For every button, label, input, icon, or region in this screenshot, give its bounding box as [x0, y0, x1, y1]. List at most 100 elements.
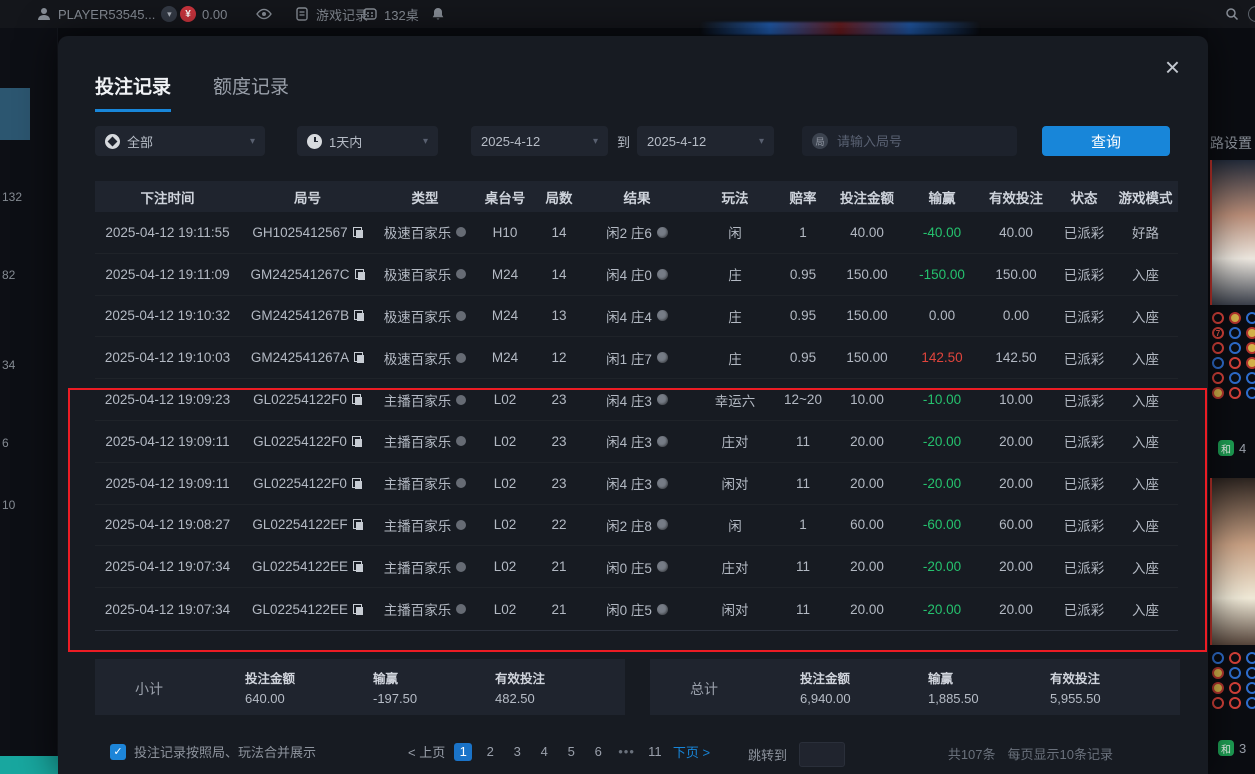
tables-button[interactable]: 132桌 — [362, 0, 419, 28]
road-bead — [1246, 667, 1255, 679]
close-icon[interactable]: × — [1165, 54, 1180, 80]
tie-badge: 和 3 — [1218, 740, 1246, 756]
subtotal-valid-value: 482.50 — [495, 691, 635, 706]
total-winloss-value: 1,885.50 — [928, 691, 1068, 706]
tab-credit-records[interactable]: 额度记录 — [213, 72, 289, 112]
game-type-dot-icon — [456, 227, 466, 237]
table-row: 2025-04-12 19:10:03GM242541267A极速百家乐M241… — [95, 337, 1178, 379]
date-to-picker[interactable]: 2025-4-12 ▾ — [637, 126, 774, 156]
copy-icon[interactable] — [353, 519, 363, 530]
cell-shoe: 23 — [551, 476, 566, 491]
result-road-icon[interactable] — [657, 561, 668, 572]
game-record-button[interactable]: 游戏记录 — [294, 0, 368, 28]
date-range-select[interactable]: 1天内 ▾ — [297, 126, 438, 156]
round-number-input[interactable] — [835, 133, 985, 150]
result-road-icon[interactable] — [657, 227, 668, 238]
cell-result: 闲1 庄7 — [606, 348, 668, 368]
balance[interactable]: ¥ 0.00 — [180, 0, 227, 28]
cell-table: L02 — [494, 602, 517, 617]
table-header: 下注时间局号类型桌台号局数结果玩法赔率投注金额输赢有效投注状态游戏模式 — [95, 181, 1178, 212]
copy-icon[interactable] — [354, 310, 364, 321]
date-from-picker[interactable]: 2025-4-12 ▾ — [471, 126, 608, 156]
cell-mode: 入座 — [1132, 473, 1159, 493]
copy-icon[interactable] — [353, 561, 363, 572]
cell-play: 庄对 — [722, 431, 749, 451]
cell-valid: 150.00 — [995, 267, 1036, 282]
copy-icon[interactable] — [354, 352, 364, 363]
subtotal-valid-label: 有效投注 — [495, 668, 635, 687]
cell-time: 2025-04-12 19:09:23 — [105, 392, 230, 407]
game-type-select[interactable]: 全部 ▾ — [95, 126, 265, 156]
chevron-down-icon[interactable]: ▾ — [161, 6, 177, 22]
merge-checkbox[interactable]: ✓ — [110, 744, 126, 760]
road-bead — [1246, 372, 1255, 384]
prev-page-button[interactable]: < 上页 — [408, 742, 445, 761]
cell-result: 闲4 庄3 — [606, 473, 668, 493]
page-button[interactable]: 2 — [481, 743, 499, 761]
tie-count: 3 — [1239, 741, 1246, 756]
result-road-icon[interactable] — [657, 604, 668, 615]
cell-shoe: 21 — [551, 559, 566, 574]
cell-result: 闲2 庄8 — [606, 515, 668, 535]
cell-play: 庄对 — [722, 557, 749, 577]
player-account[interactable]: PLAYER53545... ▾ — [36, 0, 177, 28]
tie-count: 4 — [1239, 441, 1246, 456]
total-valid-value: 5,955.50 — [1050, 691, 1190, 706]
cell-status: 已派彩 — [1064, 390, 1105, 410]
cell-valid: 20.00 — [999, 559, 1033, 574]
total-panel: 总计 投注金额6,940.00 输赢1,885.50 有效投注5,955.50 — [650, 659, 1180, 715]
cell-mode: 入座 — [1132, 431, 1159, 451]
page-button[interactable]: 11 — [646, 743, 664, 761]
road-bead — [1212, 697, 1224, 709]
tab-bet-records[interactable]: 投注记录 — [95, 72, 171, 112]
copy-icon[interactable] — [352, 436, 362, 447]
jump-page-input[interactable] — [799, 742, 845, 767]
cell-round: GM242541267C — [250, 267, 364, 282]
road-bead — [1246, 652, 1255, 664]
next-page-button[interactable]: 下页 > — [673, 742, 710, 761]
page-button[interactable]: 4 — [535, 743, 553, 761]
cell-table: M24 — [492, 350, 518, 365]
copy-icon[interactable] — [355, 269, 365, 280]
game-record-label: 游戏记录 — [316, 5, 368, 24]
cell-table: L02 — [494, 434, 517, 449]
copy-icon[interactable] — [352, 478, 362, 489]
currency-icon: ¥ — [180, 6, 196, 22]
total-bet-label: 投注金额 — [800, 668, 940, 687]
help-icon[interactable] — [1248, 6, 1255, 22]
page-button[interactable]: 6 — [589, 743, 607, 761]
cell-status: 已派彩 — [1064, 348, 1105, 368]
result-road-icon[interactable] — [657, 394, 668, 405]
query-button[interactable]: 查询 — [1042, 126, 1170, 156]
search-button[interactable] — [1224, 0, 1240, 28]
toggle-balance-visibility[interactable] — [256, 0, 272, 28]
result-road-icon[interactable] — [657, 310, 668, 321]
table-row: 2025-04-12 19:09:11GL02254122F0主播百家乐L022… — [95, 421, 1178, 463]
sidebar-bottom-tile[interactable] — [0, 756, 58, 774]
cell-odds: 11 — [796, 476, 810, 491]
merge-option: ✓ 投注记录按照局、玩法合并展示 — [110, 742, 316, 761]
notifications-button[interactable] — [430, 0, 446, 28]
result-road-icon[interactable] — [657, 519, 668, 530]
result-road-icon[interactable] — [657, 269, 668, 280]
dealer-video-thumbnail[interactable] — [1210, 160, 1255, 305]
page-button[interactable]: 1 — [454, 743, 472, 761]
road-bead — [1229, 342, 1241, 354]
copy-icon[interactable] — [353, 604, 363, 615]
cell-status: 已派彩 — [1064, 431, 1105, 451]
dealer-video-thumbnail[interactable] — [1210, 478, 1255, 645]
column-header: 下注时间 — [141, 187, 195, 207]
copy-icon[interactable] — [352, 394, 362, 405]
sidebar-active-item[interactable] — [0, 88, 30, 140]
page-button[interactable]: 5 — [562, 743, 580, 761]
copy-icon[interactable] — [353, 227, 363, 238]
cell-type: 主播百家乐 — [384, 473, 467, 493]
page-button[interactable]: 3 — [508, 743, 526, 761]
game-type-dot-icon — [456, 311, 466, 321]
result-road-icon[interactable] — [657, 436, 668, 447]
pagination-ellipsis: ••• — [616, 743, 637, 761]
cell-result: 闲0 庄5 — [606, 599, 668, 619]
cell-time: 2025-04-12 19:09:11 — [105, 476, 229, 491]
result-road-icon[interactable] — [657, 478, 668, 489]
result-road-icon[interactable] — [657, 352, 668, 363]
